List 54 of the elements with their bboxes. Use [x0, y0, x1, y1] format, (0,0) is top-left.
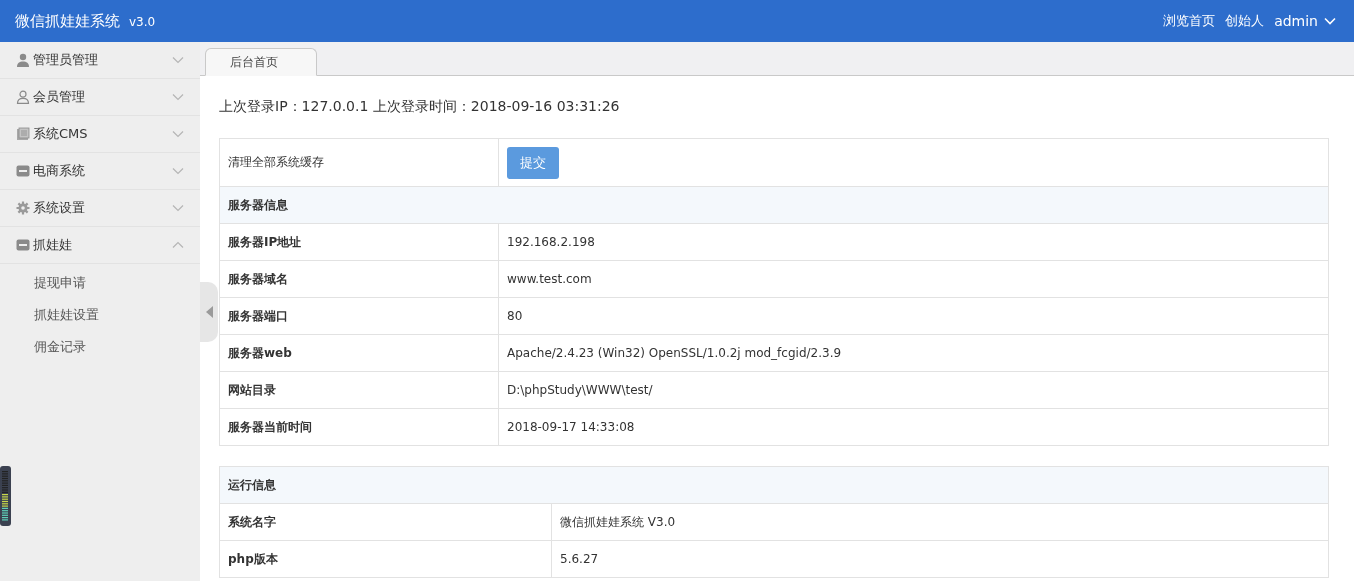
triangle-left-icon: [205, 306, 213, 318]
collapse-handle[interactable]: [200, 282, 218, 342]
header-link[interactable]: 创始人: [1225, 12, 1265, 30]
chevron-down-icon: [172, 204, 184, 212]
gear-icon: [16, 201, 30, 215]
submenu-item[interactable]: 提现申请: [0, 267, 200, 299]
header-link[interactable]: 浏览首页: [1163, 12, 1216, 30]
chevron-down-icon: [172, 56, 184, 64]
menu-item[interactable]: 系统CMS: [0, 116, 200, 153]
table-cell: php版本: [219, 540, 552, 578]
table-cell: 服务器端口: [219, 297, 499, 335]
table-cell: D:\phpStudy\WWW\test/: [498, 371, 1329, 409]
level-meter-icon: [0, 466, 12, 526]
table-cell: 服务器域名: [219, 260, 499, 298]
menu-label: 管理员管理: [33, 51, 99, 69]
table-cell: 服务器当前时间: [219, 408, 499, 446]
user-icon: [16, 53, 30, 67]
table-cell: 网站目录: [219, 371, 499, 409]
table-cell: 系统名字: [219, 503, 552, 541]
table-cell: Apache/2.4.23 (Win32) OpenSSL/1.0.2j mod_fcgid/2.3.9: [498, 334, 1329, 372]
card-icon: [16, 164, 30, 178]
table-cell: 80: [498, 297, 1329, 335]
menu-label: 系统设置: [33, 199, 86, 217]
menu-item[interactable]: 抓娃娃: [0, 227, 200, 264]
table-cell: 清理全部系统缓存: [219, 138, 499, 187]
card-icon: [16, 238, 30, 252]
table-cell: www.test.com: [498, 260, 1329, 298]
login-info-text: 上次登录IP：127.0.0.1 上次登录时间：2018-09-16 03:31:26: [219, 98, 621, 116]
table-cell: 服务器web: [219, 334, 499, 372]
table-cell: 5.6.27: [551, 540, 1329, 578]
table-cell: 2018-09-17 14:33:08: [498, 408, 1329, 446]
tab[interactable]: 后台首页: [205, 48, 317, 76]
user-menu[interactable]: admin: [1274, 13, 1336, 29]
submenu-item[interactable]: 抓娃娃设置: [0, 299, 200, 331]
version-label: v3.0: [129, 14, 156, 29]
section-heading: 运行信息: [219, 466, 1329, 504]
chevron-down-icon: [172, 167, 184, 175]
table-cell: 服务器IP地址: [219, 223, 499, 261]
menu-label: 会员管理: [33, 88, 86, 106]
menu-label: 系统CMS: [33, 125, 89, 143]
app-title: 微信抓娃娃系统: [15, 11, 120, 31]
table-cell: 微信抓娃娃系统 V3.0: [551, 503, 1329, 541]
section-heading: 服务器信息: [219, 186, 1329, 224]
submenu-item[interactable]: 佣金记录: [0, 331, 200, 363]
table-cell: 192.168.2.198: [498, 223, 1329, 261]
menu-item[interactable]: 电商系统: [0, 153, 200, 190]
menu-label: 电商系统: [33, 162, 86, 180]
menu-label: 抓娃娃: [33, 236, 73, 254]
chevron-down-icon: [1324, 17, 1336, 25]
chevron-up-icon: [172, 241, 184, 249]
chevron-down-icon: [172, 130, 184, 138]
chevron-down-icon: [172, 93, 184, 101]
document-icon: [16, 127, 30, 141]
user-outline-icon: [16, 90, 30, 104]
